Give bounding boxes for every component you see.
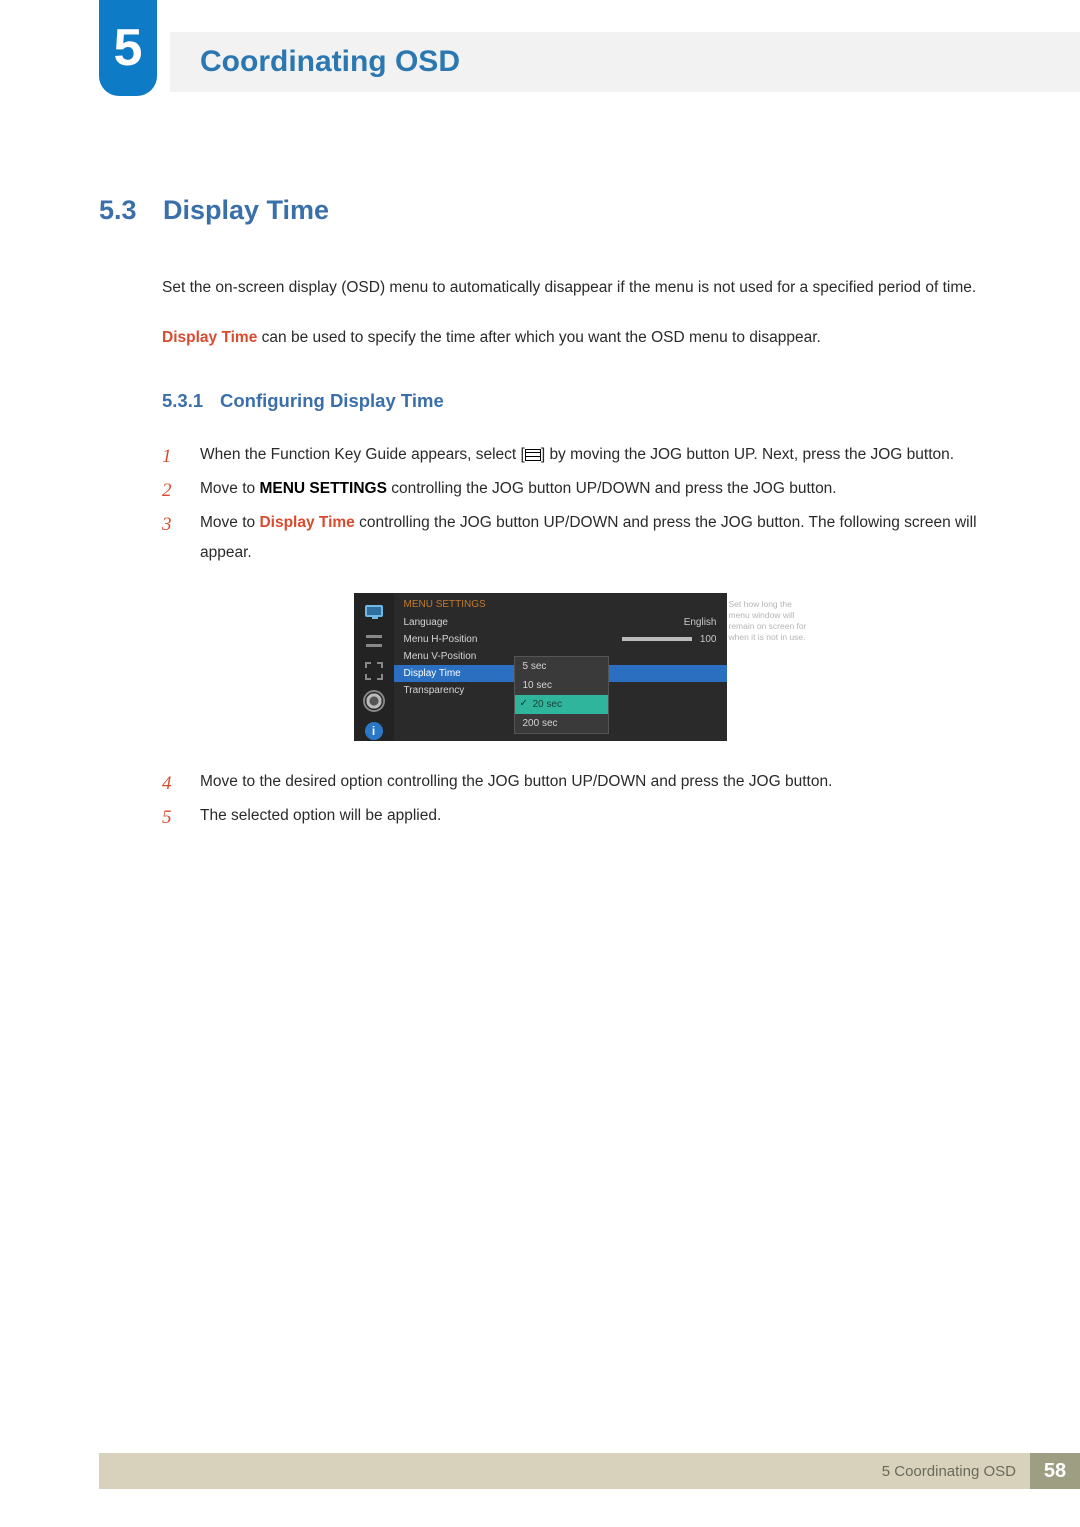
step-2: 2 Move to MENU SETTINGS controlling the … <box>162 474 981 504</box>
info-icon: i <box>363 721 385 741</box>
section-title: Display Time <box>163 195 329 225</box>
chapter-title: Coordinating OSD <box>200 45 460 79</box>
menu-icon <box>525 449 541 461</box>
osd-row-menu-h: Menu H-Position 100 <box>394 631 727 648</box>
chapter-number: 5 <box>114 18 143 78</box>
section-intro-1: Set the on-screen display (OSD) menu to … <box>162 274 981 302</box>
page-footer: 5 Coordinating OSD 58 <box>99 1453 1080 1489</box>
subsection-title: Configuring Display Time <box>220 390 444 411</box>
osd-value: 100 <box>700 634 717 645</box>
section-intro-2: Display Time can be used to specify the … <box>162 324 981 352</box>
gear-icon <box>363 691 385 711</box>
osd-row-language: Language English <box>394 614 727 631</box>
step-num: 3 <box>162 506 172 543</box>
display-time-emphasis: Display Time <box>162 329 257 346</box>
step-2-post: controlling the JOG button UP/DOWN and p… <box>387 480 837 497</box>
slider-icon <box>622 637 692 641</box>
osd-option: 10 sec <box>515 676 608 695</box>
section-number: 5.3 <box>99 195 163 226</box>
osd-option: 200 sec <box>515 714 608 733</box>
step-3: 3 Move to Display Time controlling the J… <box>162 508 981 568</box>
step-num: 2 <box>162 472 172 509</box>
step-1-pre: When the Function Key Guide appears, sel… <box>200 446 525 463</box>
osd-help-text: Set how long the menu window will remain… <box>729 599 809 643</box>
osd-sidebar: i <box>354 593 394 741</box>
step-4-text: Move to the desired option controlling t… <box>200 773 832 790</box>
section-body: 5.3Display Time Set the on-screen displa… <box>0 100 1080 831</box>
step-num: 5 <box>162 799 172 836</box>
osd-value: English <box>684 617 717 628</box>
step-3-pre: Move to <box>200 514 259 531</box>
osd-label: Language <box>404 617 684 628</box>
osd-screenshot: i MENU SETTINGS Language English Menu H-… <box>354 593 727 741</box>
step-1-post: ] by moving the JOG button UP. Next, pre… <box>541 446 954 463</box>
step-num: 1 <box>162 438 172 475</box>
step-5-text: The selected option will be applied. <box>200 807 441 824</box>
osd-label: Menu H-Position <box>404 634 622 645</box>
subsection-heading: 5.3.1Configuring Display Time <box>162 390 981 412</box>
footer-chapter-ref: 5 Coordinating OSD <box>882 1463 1016 1480</box>
chapter-number-tab: 5 <box>99 0 157 96</box>
section-heading: 5.3Display Time <box>99 195 981 226</box>
intro-2-rest: can be used to specify the time after wh… <box>257 329 820 346</box>
header-bar: Coordinating OSD <box>170 32 1080 92</box>
steps-list: 1 When the Function Key Guide appears, s… <box>162 440 981 569</box>
osd-dropdown: 5 sec 10 sec 20 sec 200 sec <box>514 656 609 734</box>
display-time-bold: Display Time <box>259 514 354 531</box>
step-5: 5 The selected option will be applied. <box>162 801 981 831</box>
step-1: 1 When the Function Key Guide appears, s… <box>162 440 981 470</box>
footer-page-number: 58 <box>1030 1453 1080 1489</box>
steps-list-cont: 4 Move to the desired option controlling… <box>162 767 981 831</box>
subsection-number: 5.3.1 <box>162 390 220 412</box>
osd-main-panel: MENU SETTINGS Language English Menu H-Po… <box>394 593 727 741</box>
osd-option-selected: 20 sec <box>515 695 608 714</box>
page-header: 5 Coordinating OSD <box>0 0 1080 100</box>
menu-settings-bold: MENU SETTINGS <box>259 480 386 497</box>
step-2-pre: Move to <box>200 480 259 497</box>
osd-panel-title: MENU SETTINGS <box>394 599 727 614</box>
osd-option: 5 sec <box>515 657 608 676</box>
monitor-icon <box>363 601 385 621</box>
resize-icon <box>363 661 385 681</box>
step-num: 4 <box>162 765 172 802</box>
step-4: 4 Move to the desired option controlling… <box>162 767 981 797</box>
list-icon <box>363 631 385 651</box>
